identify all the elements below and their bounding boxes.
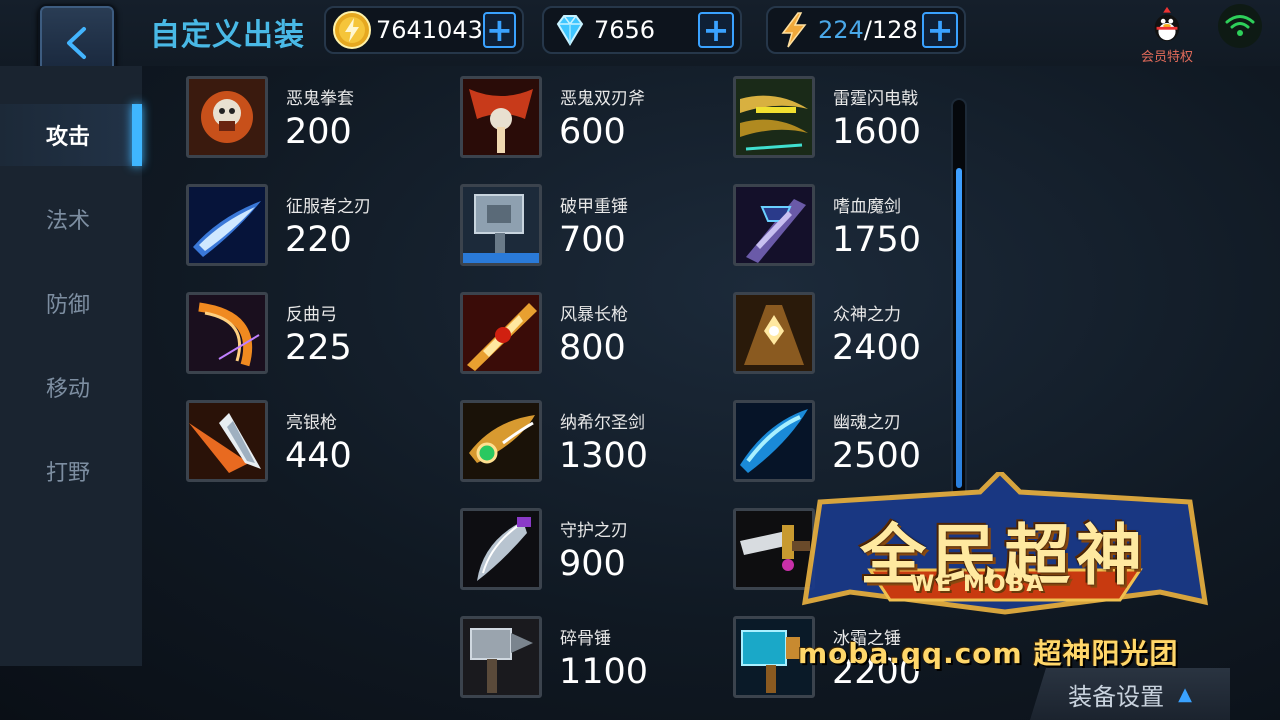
energy-value: 224/128 [818,16,922,44]
item-card[interactable]: 风暴长枪 800 [460,292,720,378]
plus-icon: + [486,11,513,49]
settings-label: 装备设置 [1068,682,1165,711]
item-name: 征服者之刃 [286,197,371,217]
logo-subtitle: WE MOBA [910,572,1046,597]
chevron-left-icon [67,27,86,59]
item-card[interactable]: 守护之刃 900 [460,508,720,594]
item-name: 幽魂之刃 [833,413,901,433]
item-card[interactable]: 恶鬼双刃斧 600 [460,76,720,162]
item-price: 2400 [832,328,922,368]
vip-label: 会员特权 [1140,50,1193,65]
recurve-bow-icon [186,292,268,374]
item-price: 700 [559,220,626,260]
add-energy-button[interactable]: + [922,12,958,48]
item-list-scrollbar[interactable] [951,98,967,498]
energy-max: /128 [863,16,918,44]
item-price: 600 [559,112,626,152]
item-card[interactable]: 恶鬼拳套 200 [186,76,446,162]
item-name: 恶鬼拳套 [286,89,354,109]
plus-icon: + [926,11,954,49]
item-name: 破甲重锤 [560,197,628,217]
item-card[interactable]: 征服者之刃 220 [186,184,446,270]
nashor-holy-sword-icon [460,400,542,482]
item-name: 亮银枪 [286,413,337,433]
item-name: 恶鬼双刃斧 [560,89,645,109]
demon-double-axe-icon [460,76,542,158]
item-price: 900 [559,544,626,584]
item-name: 反曲弓 [286,305,337,325]
watermark-url: moba.qq.com 超神阳光团 [798,637,1179,670]
item-price: 1100 [559,652,649,692]
item-card[interactable]: 破甲重锤 700 [460,184,720,270]
arrow-up-icon: ▲ [1178,683,1192,705]
phantom-blade-icon [733,400,815,482]
storm-lance-icon [460,292,542,374]
item-price: 1300 [559,436,649,476]
energy-counter: 224/128 + [766,6,966,54]
diamond-counter: 7656 + [542,6,742,54]
guardian-blade-icon [460,508,542,590]
conqueror-blade-icon [186,184,268,266]
we-moba-logo: 全民超神 WE MOBA [800,472,1210,622]
item-card[interactable]: 纳希尔圣剑 1300 [460,400,720,486]
item-price: 800 [559,328,626,368]
item-name: 碎骨锤 [560,629,611,649]
category-tab-movement[interactable]: 移动 [0,356,142,418]
item-card[interactable]: 反曲弓 225 [186,292,446,378]
item-price: 200 [285,112,352,152]
armor-breaker-hammer-icon [460,184,542,266]
diamond-icon [550,10,590,50]
item-card[interactable]: 亮银枪 440 [186,400,446,486]
item-name: 嗜血魔剑 [833,197,901,217]
item-name: 众神之力 [833,305,901,325]
diamond-value: 7656 [594,16,656,44]
item-price: 220 [285,220,352,260]
add-diamonds-button[interactable]: + [698,12,734,48]
qq-penguin-icon [1154,6,1180,42]
item-price: 225 [285,328,352,368]
category-tab-magic[interactable]: 法术 [0,188,142,250]
gold-coin-icon [332,10,372,50]
bloodthirsty-sword-icon [733,184,815,266]
item-price: 1600 [832,112,922,152]
item-name: 雷霆闪电戟 [833,89,918,109]
equipment-settings-button[interactable]: 装备设置 ▲ [1030,668,1230,720]
bone-crusher-hammer-icon [460,616,542,698]
coin-value: 7641043 [376,16,483,44]
item-price: 440 [285,436,352,476]
energy-current: 224 [818,16,864,44]
category-sidebar: 攻击 法术 防御 移动 打野 [0,66,142,666]
category-tab-attack[interactable]: 攻击 [0,104,142,166]
item-name: 守护之刃 [560,521,628,541]
add-coins-button[interactable]: + [482,11,516,49]
item-name: 风暴长枪 [560,305,628,325]
demon-gauntlet-icon [186,76,268,158]
coin-counter: 7641043 + [324,6,524,54]
power-of-gods-icon [733,292,815,374]
item-price: 1750 [832,220,922,260]
scrollbar-thumb[interactable] [956,168,962,488]
item-price: 2500 [832,436,922,476]
vip-privilege-button[interactable]: 会员特权 [1130,4,1204,66]
plus-icon: + [702,11,730,49]
lightning-icon [774,10,814,50]
item-card[interactable]: 碎骨锤 1100 [460,616,720,702]
page-title: 自定义出装 [150,18,305,53]
silver-spear-icon [186,400,268,482]
category-tab-jungle[interactable]: 打野 [0,440,142,502]
wifi-icon [1218,4,1262,48]
item-name: 纳希尔圣剑 [560,413,645,433]
thunder-halberd-icon [733,76,815,158]
category-tab-defense[interactable]: 防御 [0,272,142,334]
